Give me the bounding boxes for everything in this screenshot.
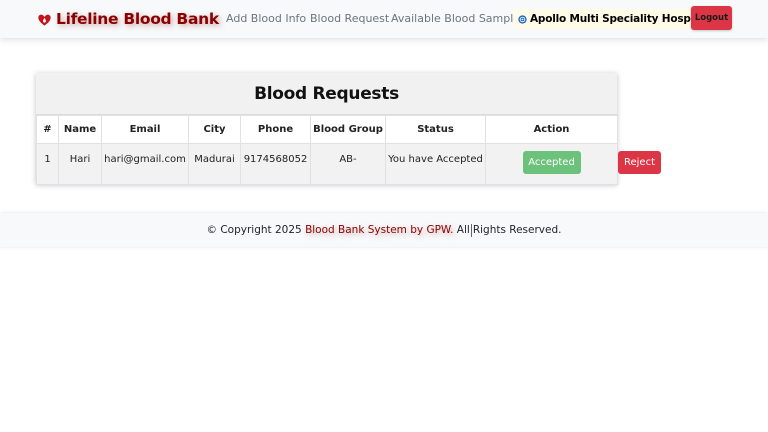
footer-rights: Rights Reserved. [472, 224, 562, 236]
blood-requests-card: Blood Requests # Name Email City Phone B… [36, 73, 661, 185]
footer-copyright: © Copyright 2025 [206, 224, 302, 236]
accepted-button[interactable]: Accepted [522, 151, 581, 174]
text-cursor [470, 223, 472, 237]
cell-action-accept: Accepted [485, 143, 618, 185]
column-header-email: Email [101, 115, 189, 144]
footer: © Copyright 2025 Blood Bank System by GP… [0, 213, 768, 247]
hospital-name: Apollo Multi Speciality Hospital [530, 13, 710, 25]
blood-requests-table: # Name Email City Phone Blood Group Stat… [36, 115, 661, 185]
hospital-badge: Apollo Multi Speciality Hospital [514, 9, 714, 29]
cell-email: hari@gmail.com [101, 143, 189, 185]
column-header-phone: Phone [240, 115, 311, 144]
cell-name: Hari [58, 143, 102, 185]
blood-drop-heart-icon [38, 14, 51, 26]
brand-link[interactable]: Lifeline Blood Bank [37, 9, 219, 29]
hospital-logo-icon [518, 14, 527, 24]
column-header-blood-group: Blood Group [310, 115, 386, 144]
nav-available-blood-samples[interactable]: Available Blood Samples [391, 12, 526, 25]
column-header-status: Status [385, 115, 486, 144]
brand-name: Lifeline Blood Bank [56, 10, 219, 28]
footer-all: All [456, 224, 470, 236]
nav-add-blood-info[interactable]: Add Blood Info [226, 12, 306, 25]
reject-button[interactable]: Reject [618, 151, 661, 174]
cell-index: 1 [36, 143, 59, 185]
table-header: Blood Requests [36, 73, 617, 115]
footer-brand: Blood Bank System by GPW. [305, 224, 454, 236]
column-header-name: Name [58, 115, 102, 144]
cell-phone: 9174568052 [240, 143, 311, 185]
nav-blood-request[interactable]: Blood Request [310, 12, 389, 25]
table-header-row: # Name Email City Phone Blood Group Stat… [36, 115, 618, 144]
table-row: 1 Hari hari@gmail.com Madurai 9174568052… [36, 143, 661, 185]
logout-button[interactable]: Logout [691, 6, 732, 30]
column-header-action: Action [485, 115, 618, 144]
cell-blood-group: AB- [310, 143, 386, 185]
page-title: Blood Requests [254, 83, 399, 104]
column-header-index: # [36, 115, 59, 144]
cell-city: Madurai [188, 143, 241, 185]
column-header-city: City [188, 115, 241, 144]
navbar: Lifeline Blood Bank Add Blood Info Blood… [0, 0, 768, 38]
cell-status: You have Accepted [385, 143, 486, 185]
